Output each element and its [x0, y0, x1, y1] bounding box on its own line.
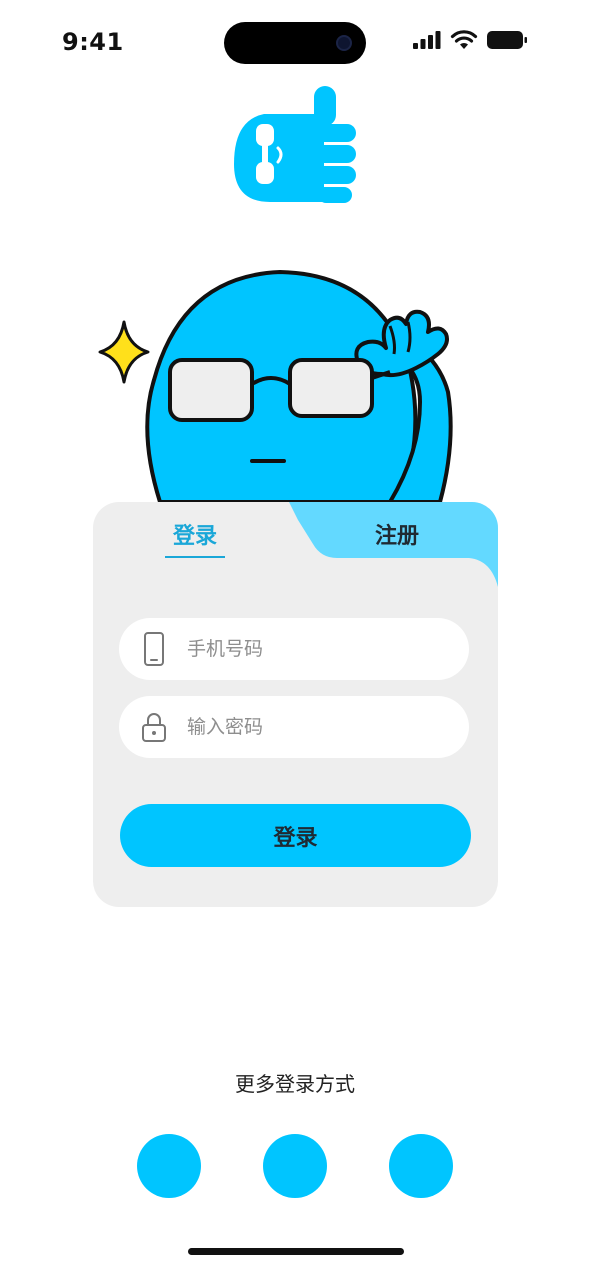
dynamic-island	[224, 22, 366, 64]
password-input[interactable]	[187, 716, 447, 738]
mascot-illustration	[98, 269, 453, 504]
wifi-icon	[450, 30, 478, 49]
tab-login[interactable]: 登录	[165, 518, 225, 550]
auth-card: 登录 注册 登录	[93, 502, 498, 907]
status-bar: 9:41	[0, 0, 590, 86]
more-login-title: 更多登录方式	[235, 1072, 355, 1096]
tab-login-underline	[165, 556, 225, 558]
register-tab-background	[289, 502, 498, 587]
social-login-option-3[interactable]	[389, 1134, 453, 1198]
social-login-option-2[interactable]	[263, 1134, 327, 1198]
phone-input[interactable]	[187, 638, 447, 660]
password-field[interactable]	[119, 696, 469, 758]
lock-icon	[119, 696, 187, 758]
battery-icon	[487, 31, 527, 49]
status-time: 9:41	[62, 28, 124, 56]
status-icons	[412, 30, 528, 50]
phone-icon	[119, 618, 187, 680]
front-camera	[336, 35, 352, 51]
sparkle-icon	[98, 320, 150, 384]
thumbs-up-logo-icon	[234, 86, 356, 203]
signal-icon	[413, 31, 441, 49]
home-indicator[interactable]	[188, 1248, 404, 1255]
social-login-option-1[interactable]	[137, 1134, 201, 1198]
phone-field[interactable]	[119, 618, 469, 680]
login-button[interactable]: 登录	[120, 804, 471, 867]
tab-register[interactable]: 注册	[357, 518, 437, 550]
